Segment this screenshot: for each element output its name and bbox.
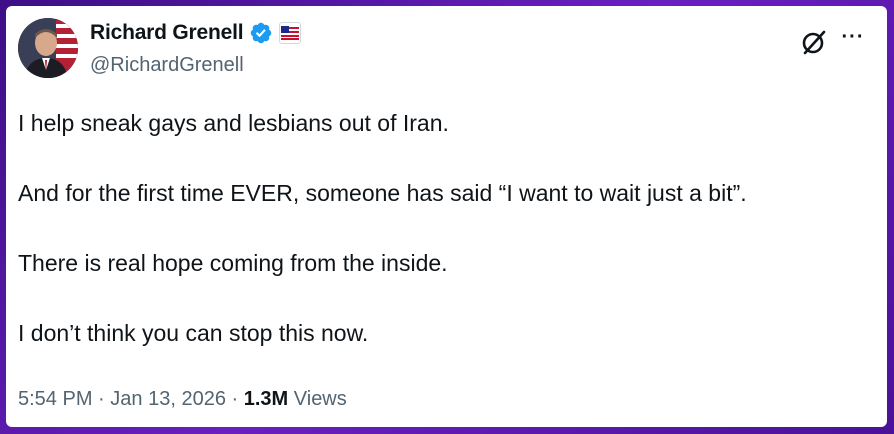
tweet-meta: 5:54 PM · Jan 13, 2026 · 1.3M Views <box>18 388 347 411</box>
more-icon[interactable]: ··· <box>838 26 868 54</box>
tweet-time[interactable]: 5:54 PM <box>18 388 92 410</box>
grok-icon[interactable] <box>799 29 827 57</box>
tweet-card: Richard Grenell @RichardGrenell ··· I he… <box>6 6 887 427</box>
affiliation-badge-icon[interactable] <box>279 22 302 44</box>
tweet-date[interactable]: Jan 13, 2026 <box>110 388 226 410</box>
avatar[interactable] <box>18 18 78 78</box>
meta-separator: · <box>231 388 239 410</box>
display-name[interactable]: Richard Grenell <box>90 21 244 45</box>
name-row: Richard Grenell <box>90 20 302 46</box>
tweet-paragraph: I don’t think you can stop this now. <box>18 320 369 346</box>
user-handle[interactable]: @RichardGrenell <box>90 54 244 77</box>
verified-badge-icon[interactable] <box>249 21 273 45</box>
flag-logo-icon <box>281 26 300 40</box>
tweet-paragraph: I help sneak gays and lesbians out of Ir… <box>18 110 449 136</box>
tweet-text: I help sneak gays and lesbians out of Ir… <box>18 106 878 386</box>
meta-separator: · <box>98 388 105 410</box>
tweet-paragraph: And for the first time EVER, someone has… <box>18 180 747 206</box>
views-label: Views <box>293 388 347 410</box>
tweet-paragraph: There is real hope coming from the insid… <box>18 250 448 276</box>
views-count[interactable]: 1.3M <box>244 388 288 410</box>
profile-photo-icon <box>18 18 78 78</box>
